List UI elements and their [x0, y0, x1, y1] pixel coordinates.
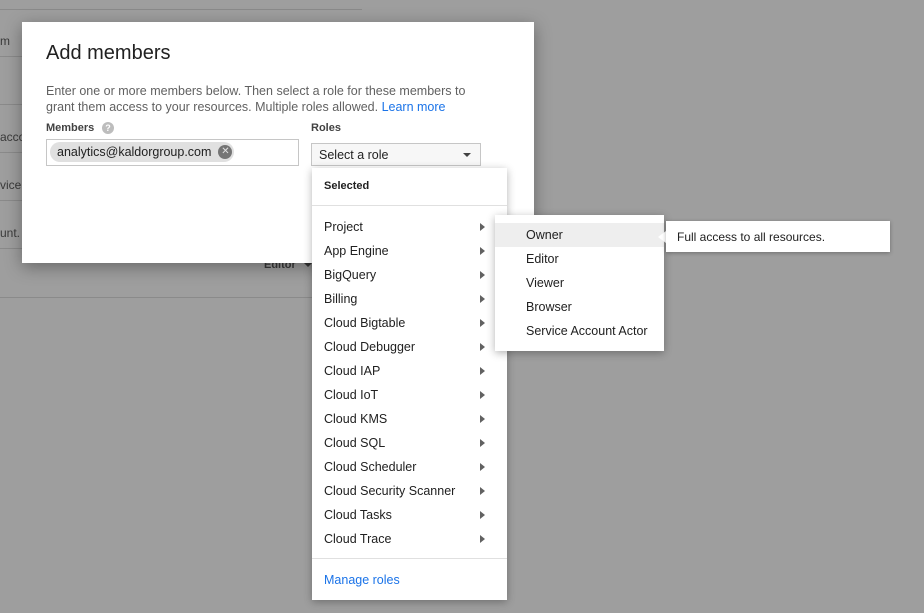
chevron-right-icon — [480, 223, 485, 231]
bg-text-fragment: m — [0, 34, 10, 48]
menu-item-cloud-debugger[interactable]: Cloud Debugger — [312, 335, 507, 359]
chevron-right-icon — [480, 271, 485, 279]
bg-text-fragment: unt. — [0, 226, 21, 240]
menu-item-label: Cloud Scheduler — [324, 460, 417, 474]
menu-item-cloud-sql[interactable]: Cloud SQL — [312, 431, 507, 455]
learn-more-link[interactable]: Learn more — [382, 100, 446, 114]
menu-item-label: Cloud Tasks — [324, 508, 392, 522]
dialog-description: Enter one or more members below. Then se… — [46, 83, 476, 115]
member-chip: analytics@kaldorgroup.com ✕ — [50, 142, 235, 162]
bg-text-fragment: vice — [0, 178, 22, 192]
chip-remove-icon[interactable]: ✕ — [218, 145, 233, 159]
chevron-right-icon — [480, 319, 485, 327]
submenu-item-viewer[interactable]: Viewer — [495, 271, 664, 295]
menu-item-cloud-trace[interactable]: Cloud Trace — [312, 527, 507, 551]
chevron-right-icon — [480, 391, 485, 399]
menu-item-cloud-bigtable[interactable]: Cloud Bigtable — [312, 311, 507, 335]
help-icon[interactable]: ? — [102, 122, 114, 134]
chevron-right-icon — [480, 247, 485, 255]
submenu-item-label: Service Account Actor — [526, 324, 648, 338]
submenu-item-editor[interactable]: Editor — [495, 247, 664, 271]
submenu-item-owner[interactable]: Owner — [495, 223, 664, 247]
menu-item-label: Cloud IAP — [324, 364, 381, 378]
roles-menu-list: Project App Engine BigQuery Billing Cloud Bi… — [312, 215, 507, 551]
menu-item-label: Cloud Security Scanner — [324, 484, 456, 498]
member-chip-label: analytics@kaldorgroup.com — [57, 145, 212, 159]
tooltip-arrow — [658, 231, 666, 243]
chevron-right-icon — [480, 487, 485, 495]
menu-item-label: App Engine — [324, 244, 389, 258]
menu-heading-selected: Selected — [324, 180, 370, 192]
role-select-value: Select a role — [319, 148, 389, 162]
menu-item-cloud-tasks[interactable]: Cloud Tasks — [312, 503, 507, 527]
chevron-right-icon — [480, 367, 485, 375]
chevron-right-icon — [480, 295, 485, 303]
chevron-right-icon — [480, 415, 485, 423]
submenu-item-browser[interactable]: Browser — [495, 295, 664, 319]
menu-item-label: Cloud KMS — [324, 412, 388, 426]
menu-item-label: Billing — [324, 292, 358, 306]
dialog-title: Add members — [46, 42, 171, 64]
menu-item-label: Cloud Debugger — [324, 340, 416, 354]
menu-item-cloud-security-scanner[interactable]: Cloud Security Scanner — [312, 479, 507, 503]
members-input[interactable]: analytics@kaldorgroup.com ✕ — [46, 139, 299, 166]
chevron-right-icon — [480, 463, 485, 471]
menu-divider — [312, 558, 507, 559]
menu-item-bigquery[interactable]: BigQuery — [312, 263, 507, 287]
chevron-right-icon — [480, 511, 485, 519]
tooltip-text: Full access to all resources. — [677, 230, 826, 244]
menu-item-label: Cloud Bigtable — [324, 316, 406, 330]
submenu-item-label: Browser — [526, 300, 572, 314]
chevron-right-icon — [480, 343, 485, 351]
menu-item-cloud-kms[interactable]: Cloud KMS — [312, 407, 507, 431]
menu-item-app-engine[interactable]: App Engine — [312, 239, 507, 263]
chevron-down-icon — [463, 153, 471, 157]
project-roles-submenu: Owner Editor Viewer Browser Service Account … — [495, 215, 664, 351]
role-select[interactable]: Select a role — [311, 143, 481, 166]
submenu-item-label: Viewer — [526, 276, 564, 290]
menu-item-label: Cloud SQL — [324, 436, 386, 450]
bg-divider — [0, 9, 362, 10]
bg-divider — [0, 297, 362, 298]
menu-item-label: Cloud IoT — [324, 388, 379, 402]
menu-item-label: Project — [324, 220, 363, 234]
menu-divider — [312, 205, 507, 206]
submenu-item-label: Editor — [526, 252, 559, 266]
roles-label: Roles — [311, 122, 341, 134]
role-tooltip: Full access to all resources. — [666, 221, 890, 252]
menu-item-billing[interactable]: Billing — [312, 287, 507, 311]
menu-item-label: BigQuery — [324, 268, 377, 282]
bg-chevron-down-icon — [304, 263, 312, 267]
roles-menu: Selected Project App Engine BigQuery Billin… — [312, 168, 507, 600]
chevron-right-icon — [480, 439, 485, 447]
members-label: Members — [46, 122, 95, 134]
menu-item-cloud-iap[interactable]: Cloud IAP — [312, 359, 507, 383]
menu-item-cloud-scheduler[interactable]: Cloud Scheduler — [312, 455, 507, 479]
submenu-item-label: Owner — [526, 228, 563, 242]
menu-item-cloud-iot[interactable]: Cloud IoT — [312, 383, 507, 407]
submenu-item-service-account-actor[interactable]: Service Account Actor — [495, 319, 664, 343]
chevron-right-icon — [480, 535, 485, 543]
menu-item-project[interactable]: Project — [312, 215, 507, 239]
manage-roles-link[interactable]: Manage roles — [324, 573, 400, 587]
menu-item-label: Cloud Trace — [324, 532, 392, 546]
